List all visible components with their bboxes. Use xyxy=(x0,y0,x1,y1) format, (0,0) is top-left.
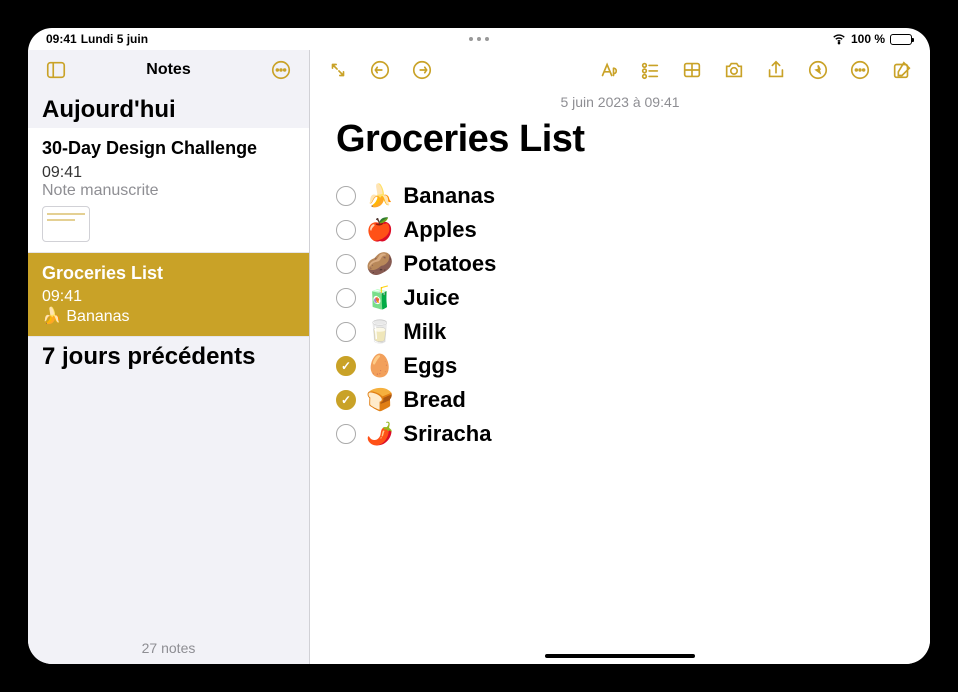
ipad-frame: 09:41 Lundi 5 juin 100 % xyxy=(0,0,958,692)
section-previous: 7 jours précédents xyxy=(28,337,309,375)
sidebar-toggle-button[interactable] xyxy=(42,56,70,84)
check-text: Sriracha xyxy=(403,421,491,447)
check-emoji: 🍎 xyxy=(366,217,393,243)
section-today: Aujourd'hui xyxy=(28,90,309,128)
sidebar-title: Notes xyxy=(146,61,190,79)
sidebar-footer: 27 notes xyxy=(28,632,309,664)
status-time: 09:41 xyxy=(46,32,77,46)
home-indicator[interactable] xyxy=(545,654,695,658)
status-date: Lundi 5 juin xyxy=(81,32,148,46)
note-item-preview: Note manuscrite xyxy=(42,182,295,200)
screen: 09:41 Lundi 5 juin 100 % xyxy=(28,28,930,664)
compose-button[interactable] xyxy=(888,56,916,84)
note-title[interactable]: Groceries List xyxy=(310,118,930,179)
undo-button[interactable] xyxy=(366,56,394,84)
check-circle[interactable] xyxy=(336,254,356,274)
check-circle[interactable] xyxy=(336,220,356,240)
toolbar-left xyxy=(324,56,436,84)
check-emoji: 🥔 xyxy=(366,251,393,277)
check-text: Bananas xyxy=(403,183,495,209)
more-button[interactable] xyxy=(846,56,874,84)
note-item-time: 09:41 xyxy=(42,288,295,306)
checklist-button[interactable] xyxy=(636,56,664,84)
camera-button[interactable] xyxy=(720,56,748,84)
redo-button[interactable] xyxy=(408,56,436,84)
battery-text: 100 % xyxy=(851,32,885,46)
fullscreen-button[interactable] xyxy=(324,56,352,84)
check-text: Eggs xyxy=(403,353,457,379)
check-circle[interactable] xyxy=(336,356,356,376)
check-item[interactable]: 🍞 Bread xyxy=(336,383,904,417)
check-text: Juice xyxy=(403,285,459,311)
sidebar-topbar: Notes xyxy=(28,50,309,90)
check-item[interactable]: 🌶️ Sriracha xyxy=(336,417,904,451)
battery-icon xyxy=(890,34,912,45)
check-circle[interactable] xyxy=(336,390,356,410)
sidebar-body[interactable]: Aujourd'hui 30-Day Design Challenge 09:4… xyxy=(28,90,309,632)
status-left: 09:41 Lundi 5 juin xyxy=(46,32,148,46)
check-text: Milk xyxy=(403,319,446,345)
check-emoji: 🍞 xyxy=(366,387,393,413)
note-item-time: 09:41 xyxy=(42,164,295,182)
text-format-button[interactable] xyxy=(594,56,622,84)
check-item[interactable]: 🍌 Bananas xyxy=(336,179,904,213)
note-thumbnail xyxy=(42,206,90,242)
note-item-preview: 🍌 Bananas xyxy=(42,306,295,326)
multitask-button[interactable] xyxy=(469,37,489,41)
check-circle[interactable] xyxy=(336,322,356,342)
check-text: Bread xyxy=(403,387,465,413)
status-bar: 09:41 Lundi 5 juin 100 % xyxy=(28,28,930,50)
markup-button[interactable] xyxy=(804,56,832,84)
note-item-selected[interactable]: Groceries List 09:41 🍌 Bananas xyxy=(28,253,309,338)
check-emoji: 🧃 xyxy=(366,285,393,311)
checklist[interactable]: 🍌 Bananas 🍎 Apples 🥔 Potatoes 🧃 Juice 🥛 Milk 🥚 Eggs… xyxy=(310,179,930,451)
check-item[interactable]: 🥚 Eggs xyxy=(336,349,904,383)
sidebar-more-button[interactable] xyxy=(267,56,295,84)
check-emoji: 🌶️ xyxy=(366,421,393,447)
table-button[interactable] xyxy=(678,56,706,84)
check-item[interactable]: 🥔 Potatoes xyxy=(336,247,904,281)
main-toolbar xyxy=(310,50,930,90)
check-emoji: 🍌 xyxy=(366,183,393,209)
check-text: Potatoes xyxy=(403,251,496,277)
note-item[interactable]: 30-Day Design Challenge 09:41 Note manus… xyxy=(28,128,309,253)
sidebar: Notes Aujourd'hui 30-Day Design Challeng… xyxy=(28,50,310,664)
share-button[interactable] xyxy=(762,56,790,84)
main-pane: 5 juin 2023 à 09:41 Groceries List 🍌 Bana… xyxy=(310,50,930,664)
check-circle[interactable] xyxy=(336,424,356,444)
check-item[interactable]: 🧃 Juice xyxy=(336,281,904,315)
check-circle[interactable] xyxy=(336,186,356,206)
check-circle[interactable] xyxy=(336,288,356,308)
check-item[interactable]: 🥛 Milk xyxy=(336,315,904,349)
note-item-title: Groceries List xyxy=(42,263,295,285)
content-area: Notes Aujourd'hui 30-Day Design Challeng… xyxy=(28,50,930,664)
check-text: Apples xyxy=(403,217,476,243)
note-date: 5 juin 2023 à 09:41 xyxy=(310,90,930,118)
check-emoji: 🥛 xyxy=(366,319,393,345)
check-item[interactable]: 🍎 Apples xyxy=(336,213,904,247)
status-right: 100 % xyxy=(832,32,912,46)
note-item-title: 30-Day Design Challenge xyxy=(42,138,295,160)
wifi-icon xyxy=(832,32,846,46)
toolbar-right xyxy=(594,56,916,84)
check-emoji: 🥚 xyxy=(366,353,393,379)
